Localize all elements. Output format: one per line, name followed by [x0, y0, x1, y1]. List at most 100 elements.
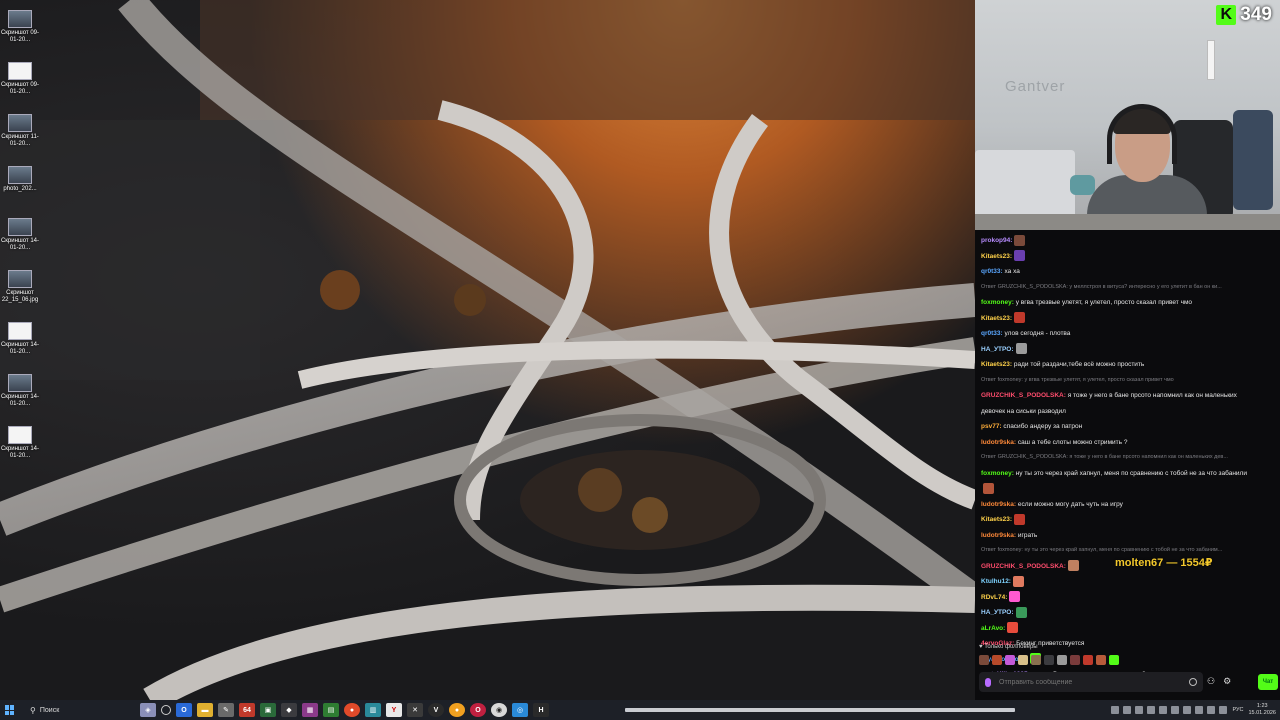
emote-icon[interactable]	[1031, 655, 1041, 665]
emote-icon[interactable]	[1018, 655, 1028, 665]
chat-username[interactable]: НА_УТРО:	[981, 609, 1014, 616]
followers-only-notice: ♥ Только фолловеры	[979, 644, 1038, 650]
chat-username[interactable]: Kitaets23:	[981, 361, 1012, 368]
emote-icon	[1015, 606, 1027, 618]
start-button[interactable]	[0, 700, 20, 720]
chat-username[interactable]: psv77:	[981, 423, 1002, 430]
highway-interchange-image	[0, 0, 975, 700]
desktop-file-icon[interactable]: Скриншот 14-01-20...	[0, 318, 40, 368]
folder-icon[interactable]: ▬	[197, 703, 213, 717]
emote-icon[interactable]	[1109, 655, 1119, 665]
chat-message-text: если можно могу дать чуть на игру	[1017, 500, 1123, 508]
chat-input-box[interactable]	[979, 672, 1203, 692]
app-blue-icon[interactable]: ◎	[512, 703, 528, 717]
emote-icon[interactable]	[979, 655, 989, 665]
app-purple-icon[interactable]: ▦	[302, 703, 318, 717]
desktop-file-icon[interactable]: Скриншот 22_15_06.jpg	[0, 266, 40, 316]
tray-icon[interactable]	[1111, 706, 1120, 714]
desktop-file-icon[interactable]: Скриншот 14-01-20...	[0, 422, 40, 472]
taskbar-app-icon[interactable]: ◈	[140, 703, 156, 717]
app-dark-icon[interactable]: ◆	[281, 703, 297, 717]
kick-logo-icon: K	[1216, 5, 1237, 25]
app-v2-icon[interactable]: V	[428, 703, 444, 717]
emote-icon[interactable]	[1096, 655, 1106, 665]
clock[interactable]: 1:23 15.01.2026	[1248, 703, 1276, 717]
chat-username[interactable]: foxmoney:	[981, 470, 1014, 477]
chat-username[interactable]: ludotr9ska:	[981, 501, 1016, 508]
tray-icons[interactable]	[1111, 706, 1228, 714]
chat-message-text: у вгва трезвые улетят, я улетел, просто …	[1015, 299, 1193, 306]
image-thumbnail-icon	[8, 218, 32, 236]
emote-icon[interactable]	[1005, 655, 1015, 665]
chat-reply-quote: Ответ GRUZCHIK_S_PODOLSKA: у меллстроя в…	[981, 283, 1222, 290]
desktop-file-icon[interactable]: photo_202...	[0, 162, 40, 212]
chat-username[interactable]: Kitaets23:	[981, 253, 1012, 260]
app-64-icon[interactable]: 64	[239, 703, 255, 717]
chat-username[interactable]: GRUZCHIK_S_PODOLSKA:	[981, 392, 1066, 399]
desktop-file-icon[interactable]: Скриншот 14-01-20...	[0, 214, 40, 264]
chat-username[interactable]: Kitaets23:	[981, 516, 1012, 523]
chat-reply-quote: Ответ GRUZCHIK_S_PODOLSKA: я тоже у него…	[981, 454, 1228, 460]
chat-username[interactable]: Ktulhu12:	[981, 578, 1011, 585]
search-icon: ⚲	[30, 705, 36, 715]
opera-icon[interactable]: O	[470, 703, 486, 717]
chat-message-list[interactable]: prokop94: Kitaets23: qr0t33: ха ха Ответ GR…	[975, 230, 1280, 683]
app-white-icon[interactable]: ◉	[491, 703, 507, 717]
chat-username[interactable]: ludotr9ska:	[981, 532, 1016, 539]
tray-icon[interactable]	[1159, 706, 1168, 714]
chat-username[interactable]: foxmoney:	[981, 299, 1014, 306]
language-indicator[interactable]: РУС	[1232, 707, 1243, 713]
emote-quick-bar[interactable]	[979, 655, 1119, 665]
bed	[975, 150, 1075, 220]
chat-username[interactable]: Kitaets23:	[981, 315, 1012, 322]
emote-icon[interactable]	[1044, 655, 1054, 665]
pen-icon[interactable]: ✎	[218, 703, 234, 717]
desktop-file-icon[interactable]: Скриншот 14-01-20...	[0, 370, 40, 420]
emoji-icon[interactable]	[1189, 678, 1197, 686]
app-teal-icon[interactable]: ▥	[365, 703, 381, 717]
chat-message: RDvL74:	[981, 590, 1274, 606]
app-orange-icon[interactable]: ●	[449, 703, 465, 717]
taskbar-search[interactable]: ⚲ Поиск	[20, 702, 120, 718]
tray-icon[interactable]	[1207, 706, 1216, 714]
tray-icon[interactable]	[1183, 706, 1192, 714]
outlook-icon[interactable]: O	[176, 703, 192, 717]
task-view-icon[interactable]	[161, 705, 171, 715]
desktop-file-icon[interactable]: Скриншот 09-01-20...	[0, 6, 40, 56]
app-h-icon[interactable]: H	[533, 703, 549, 717]
chat-username[interactable]: aLrAvo:	[981, 625, 1005, 632]
tray-icon[interactable]	[1135, 706, 1144, 714]
chat-username[interactable]: qr0t33:	[981, 268, 1003, 275]
emote-icon	[1009, 591, 1021, 603]
emote-icon[interactable]	[992, 655, 1002, 665]
users-icon[interactable]: ⚇	[1207, 676, 1215, 687]
chat-username[interactable]: RDvL74:	[981, 594, 1007, 601]
gear-icon[interactable]: ⚙	[1223, 676, 1231, 687]
desktop-file-icon[interactable]: Скриншот 09-01-20...	[0, 58, 40, 108]
app-x-icon[interactable]: ✕	[407, 703, 423, 717]
emote-icon[interactable]	[1070, 655, 1080, 665]
chat-username[interactable]: prokop94:	[981, 237, 1012, 244]
image-thumbnail-icon	[8, 166, 32, 184]
tray-icon[interactable]	[1195, 706, 1204, 714]
chat-username[interactable]: GRUZCHIK_S_PODOLSKA:	[981, 563, 1066, 570]
tray-icon[interactable]	[1171, 706, 1180, 714]
app-grid-icon[interactable]: ▤	[323, 703, 339, 717]
tray-icon[interactable]	[1147, 706, 1156, 714]
emote-icon[interactable]	[1057, 655, 1067, 665]
chat-username[interactable]: НА_УТРО:	[981, 346, 1014, 353]
tray-icon[interactable]	[1123, 706, 1132, 714]
tray-icon[interactable]	[1219, 706, 1228, 714]
desktop-file-icon[interactable]: Скриншот 11-01-20...	[0, 110, 40, 160]
send-chat-button[interactable]: Чат	[1258, 674, 1278, 690]
desktop-file-label: Скриншот 11-01-20...	[1, 134, 39, 147]
emote-icon[interactable]	[1083, 655, 1093, 665]
chrome-icon[interactable]: ●	[344, 703, 360, 717]
chat-message-input[interactable]	[999, 678, 1181, 686]
yandex-icon[interactable]: Y	[386, 703, 402, 717]
app-green-icon[interactable]: ▣	[260, 703, 276, 717]
chat-username[interactable]: ludotr9ska:	[981, 439, 1016, 446]
chat-message-text: спасибо андеру за патрон	[1003, 423, 1083, 430]
microphone-icon[interactable]	[985, 677, 991, 687]
chat-username[interactable]: qr0t33:	[981, 330, 1003, 337]
